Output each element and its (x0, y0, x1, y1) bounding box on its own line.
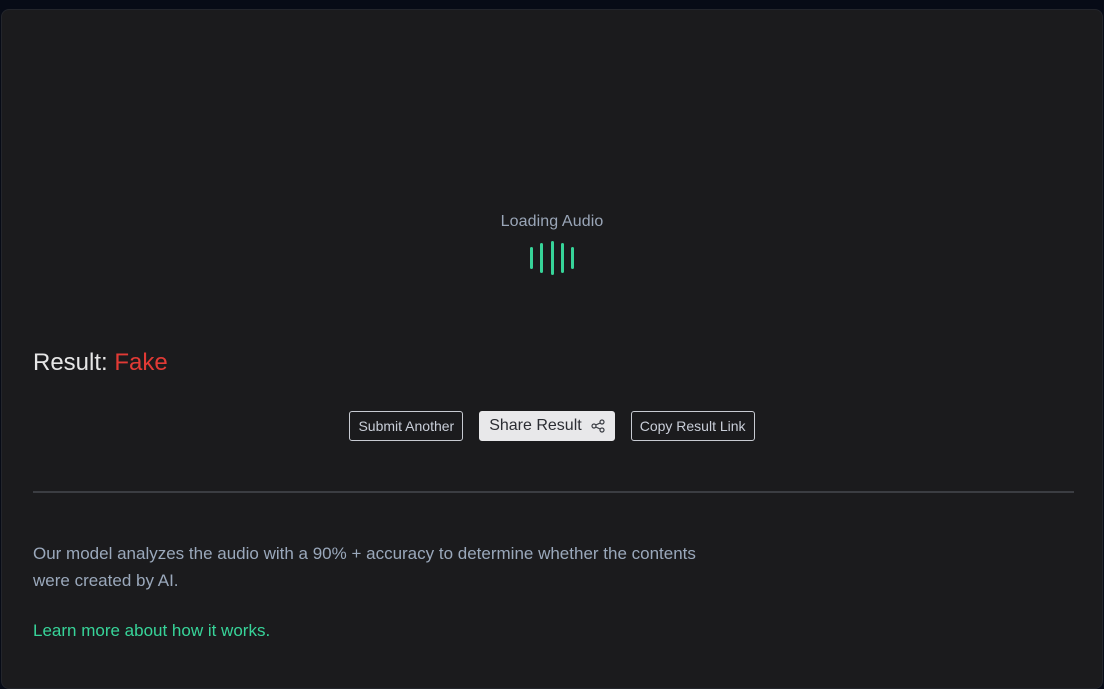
result-actions: Submit Another Share Result Copy Result … (2, 411, 1102, 441)
wave-bar (540, 243, 544, 273)
wave-bar (560, 243, 564, 273)
wave-bar (571, 247, 574, 269)
result-card: Loading Audio Result: Fake Submit Anothe… (1, 9, 1103, 689)
result-label: Result: (33, 349, 108, 376)
audio-loader: Loading Audio (2, 213, 1102, 275)
loading-label: Loading Audio (500, 213, 604, 230)
copy-result-link-button[interactable]: Copy Result Link (630, 411, 755, 441)
learn-more-link[interactable]: Learn more about how it works. (33, 621, 270, 641)
submit-another-label: Submit Another (358, 418, 455, 434)
share-result-label: Share Result (489, 417, 582, 434)
result-verdict: Fake (114, 349, 168, 376)
wave-bar (550, 241, 554, 275)
audio-wave-icon (530, 241, 574, 275)
copy-result-link-label: Copy Result Link (639, 418, 746, 434)
result-heading: Result: Fake (33, 349, 168, 377)
share-icon (591, 419, 605, 433)
model-description: Our model analyzes the audio with a 90% … (33, 544, 696, 590)
wave-bar (530, 247, 533, 269)
section-divider (33, 491, 1074, 493)
submit-another-button[interactable]: Submit Another (349, 411, 464, 441)
share-result-button[interactable]: Share Result (479, 411, 615, 441)
